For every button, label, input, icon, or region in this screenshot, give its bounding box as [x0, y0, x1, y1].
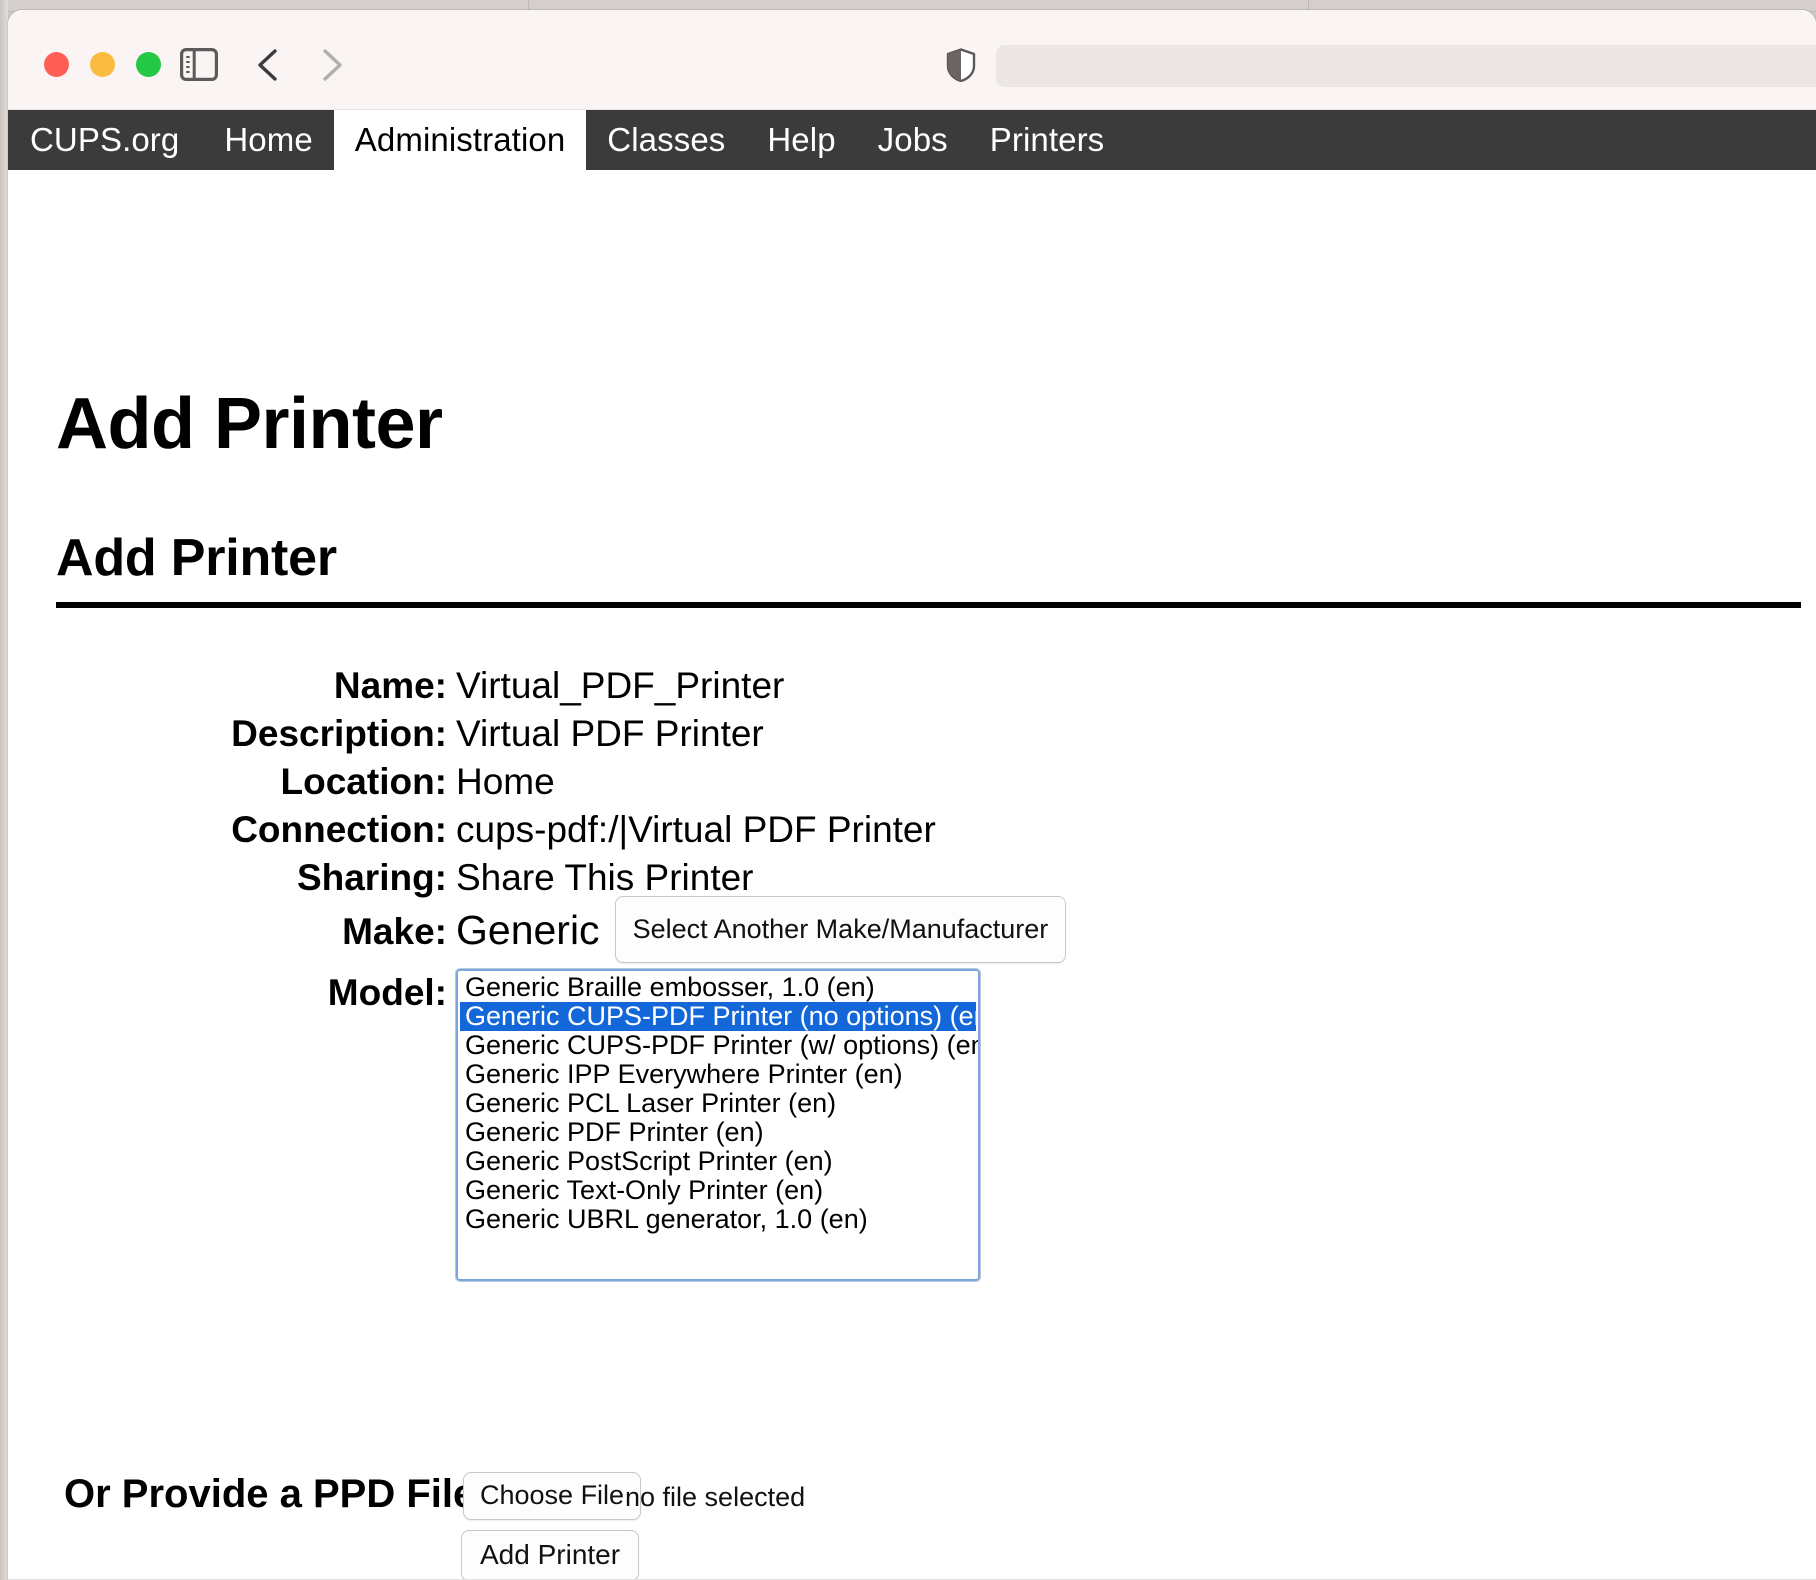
page-title: Add Printer	[56, 384, 443, 464]
nav-item-classes[interactable]: Classes	[586, 110, 746, 170]
location-value: Home	[456, 761, 555, 802]
nav-item-home[interactable]: Home	[203, 110, 333, 170]
form-row-description: Description: Virtual PDF Printer	[8, 710, 1108, 758]
connection-label: Connection:	[231, 809, 447, 850]
chevron-left-icon[interactable]	[253, 48, 285, 82]
printer-form: Name: Virtual_PDF_Printer Description: V…	[8, 662, 1108, 1282]
chevron-right-icon[interactable]	[315, 48, 347, 82]
nav-item-administration[interactable]: Administration	[333, 110, 587, 170]
maximize-window-button[interactable]	[136, 52, 161, 77]
section-divider	[56, 602, 1801, 608]
model-option[interactable]: Generic IPP Everywhere Printer (en)	[460, 1060, 976, 1089]
ppd-file-label: Or Provide a PPD File:	[64, 1472, 489, 1516]
model-option-selected[interactable]: Generic CUPS-PDF Printer (no options) (e…	[460, 1002, 978, 1031]
model-cell: Generic Braille embosser, 1.0 (en) Gener…	[455, 968, 1108, 1282]
address-bar[interactable]	[996, 45, 1816, 87]
description-label: Description:	[231, 713, 447, 754]
form-row-sharing: Sharing: Share This Printer	[8, 854, 1108, 902]
model-option[interactable]: Generic PCL Laser Printer (en)	[460, 1089, 976, 1118]
nav-item-jobs[interactable]: Jobs	[857, 110, 969, 170]
choose-file-button[interactable]: Choose File	[463, 1472, 642, 1520]
model-option[interactable]: Generic PDF Printer (en)	[460, 1118, 976, 1147]
select-another-make-button[interactable]: Select Another Make/Manufacturer	[614, 896, 1067, 963]
form-row-location: Location: Home	[8, 758, 1108, 806]
sharing-value: Share This Printer	[456, 857, 754, 898]
sharing-label: Sharing:	[296, 857, 447, 898]
add-printer-submit-button[interactable]: Add Printer	[461, 1530, 640, 1580]
form-row-name: Name: Virtual_PDF_Printer	[8, 662, 1108, 710]
page-content: Add Printer Add Printer Name: Virtual_PD…	[8, 170, 1816, 1580]
nav-item-printers[interactable]: Printers	[969, 110, 1126, 170]
file-status-text: no file selected	[625, 1482, 806, 1512]
form-row-model: Model: Generic Braille embosser, 1.0 (en…	[8, 968, 1108, 1282]
model-option[interactable]: Generic PostScript Printer (en)	[460, 1147, 976, 1176]
model-option[interactable]: Generic UBRL generator, 1.0 (en)	[460, 1205, 976, 1234]
close-window-button[interactable]	[44, 52, 69, 77]
description-value: Virtual PDF Printer	[456, 713, 764, 754]
model-listbox[interactable]: Generic Braille embosser, 1.0 (en) Gener…	[455, 968, 981, 1282]
make-value: Generic	[456, 907, 600, 953]
privacy-shield-icon[interactable]	[946, 48, 976, 83]
form-row-make: Make: Generic Select Another Make/Manufac…	[8, 896, 1108, 969]
make-label: Make:	[342, 911, 447, 952]
section-heading: Add Printer	[56, 529, 337, 587]
model-label: Model:	[327, 972, 447, 1013]
location-label: Location:	[280, 761, 447, 802]
nav-item-help[interactable]: Help	[746, 110, 856, 170]
browser-window: CUPS.org Home Administration Classes Hel…	[8, 10, 1816, 1580]
model-option[interactable]: Generic Text-Only Printer (en)	[460, 1176, 976, 1205]
make-cell: Generic Select Another Make/Manufacturer	[456, 896, 1108, 969]
form-row-connection: Connection: cups-pdf:/|Virtual PDF Print…	[8, 806, 1108, 854]
sidebar-icon[interactable]	[180, 48, 218, 81]
nav-item-cups-org[interactable]: CUPS.org	[8, 110, 203, 170]
connection-value: cups-pdf:/|Virtual PDF Printer	[456, 809, 936, 850]
cups-navigation-bar: CUPS.org Home Administration Classes Hel…	[8, 110, 1816, 170]
name-value: Virtual_PDF_Printer	[456, 665, 785, 706]
window-controls	[44, 52, 161, 77]
browser-toolbar	[8, 10, 1816, 110]
model-option[interactable]: Generic Braille embosser, 1.0 (en)	[460, 973, 976, 1002]
model-option[interactable]: Generic CUPS-PDF Printer (w/ options) (e…	[460, 1031, 978, 1060]
name-label: Name:	[333, 665, 447, 706]
minimize-window-button[interactable]	[90, 52, 115, 77]
desktop-left-edge	[0, 0, 8, 1580]
